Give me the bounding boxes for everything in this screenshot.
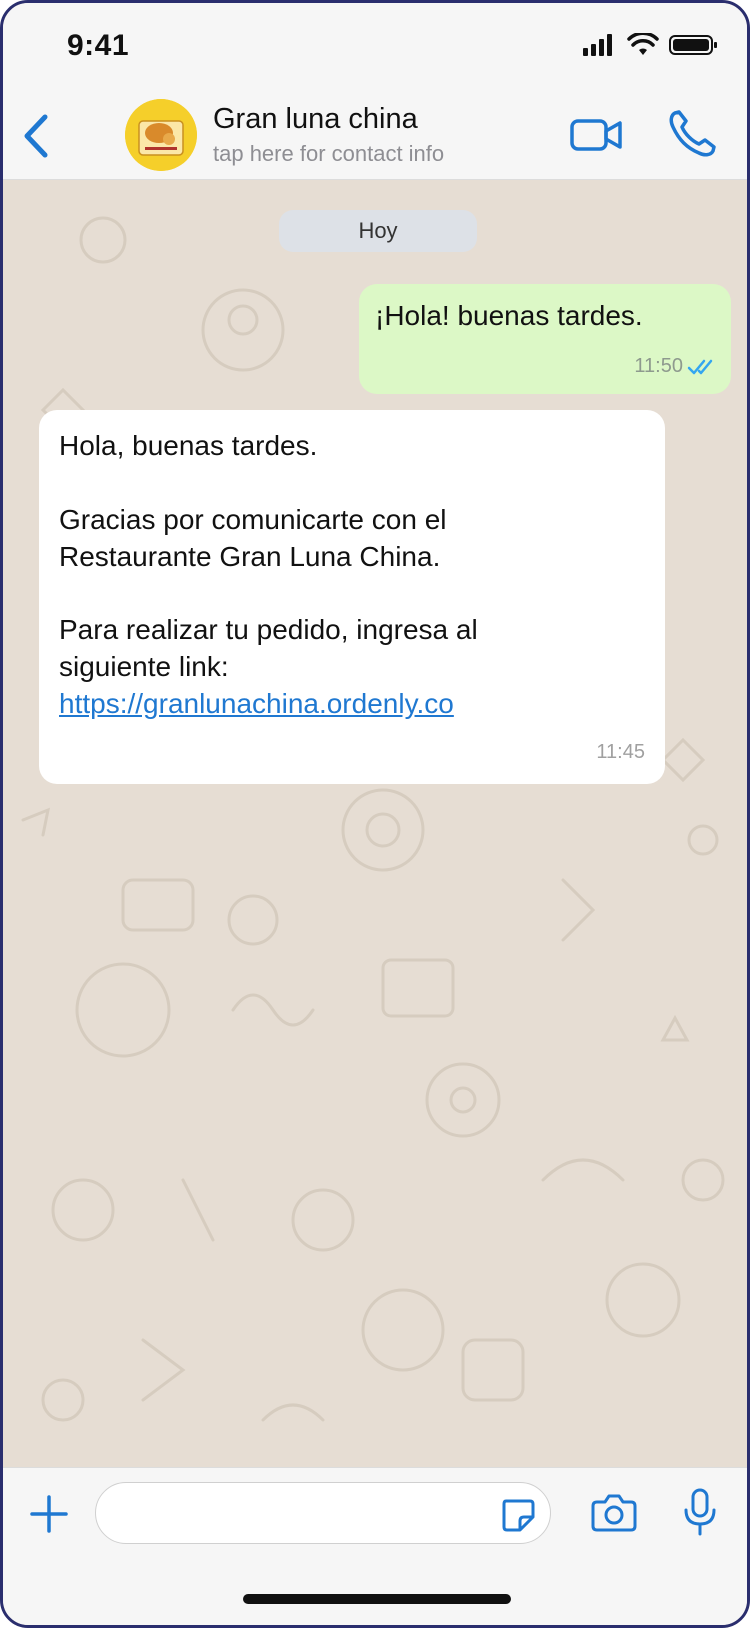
plus-icon[interactable] (29, 1494, 69, 1534)
message-text: ¡Hola! buenas tardes. (375, 300, 643, 331)
message-time: 11:50 (634, 355, 683, 377)
message-input-bar (3, 1467, 747, 1625)
message-line: Restaurante Gran Luna China. (59, 541, 441, 572)
status-bar: 9:41 (3, 3, 747, 93)
message-line: siguiente link: (59, 651, 229, 682)
contact-name[interactable]: Gran luna china (213, 103, 418, 136)
status-time: 9:41 (67, 29, 130, 62)
battery-icon (669, 35, 717, 55)
camera-icon[interactable] (591, 1492, 637, 1532)
message-line: Gracias por comunicarte con el (59, 504, 447, 535)
message-meta: 11:50 (634, 355, 717, 378)
chevron-left-icon[interactable] (17, 111, 57, 161)
sticker-icon[interactable] (500, 1497, 536, 1533)
order-link[interactable]: https://granlunachina.ordenly.co (59, 688, 454, 720)
double-check-icon (687, 359, 713, 374)
chat-area[interactable]: Hoy ¡Hola! buenas tardes. 11:50 Hola, bu… (3, 180, 747, 1467)
phone-frame: 9:41 Gran luna china tap here for contac… (0, 0, 750, 1628)
outgoing-message[interactable]: ¡Hola! buenas tardes. 11:50 (359, 284, 731, 394)
restaurant-logo-icon (125, 99, 197, 171)
home-indicator (243, 1594, 511, 1604)
contact-info-hint[interactable]: tap here for contact info (213, 141, 444, 167)
status-icons (581, 33, 719, 57)
video-camera-icon[interactable] (569, 113, 625, 157)
phone-icon[interactable] (667, 107, 717, 159)
avatar[interactable] (125, 99, 197, 171)
message-input[interactable] (95, 1482, 551, 1544)
chat-header: Gran luna china tap here for contact inf… (3, 93, 747, 180)
date-separator: Hoy (279, 210, 477, 252)
signal-icon (583, 34, 612, 56)
message-line: Para realizar tu pedido, ingresa al (59, 614, 478, 645)
message-time: 11:45 (596, 741, 645, 763)
message-line: Hola, buenas tardes. (59, 430, 318, 461)
wifi-icon (627, 33, 659, 55)
microphone-icon[interactable] (683, 1488, 717, 1536)
incoming-message[interactable]: Hola, buenas tardes. Gracias por comunic… (39, 410, 665, 784)
